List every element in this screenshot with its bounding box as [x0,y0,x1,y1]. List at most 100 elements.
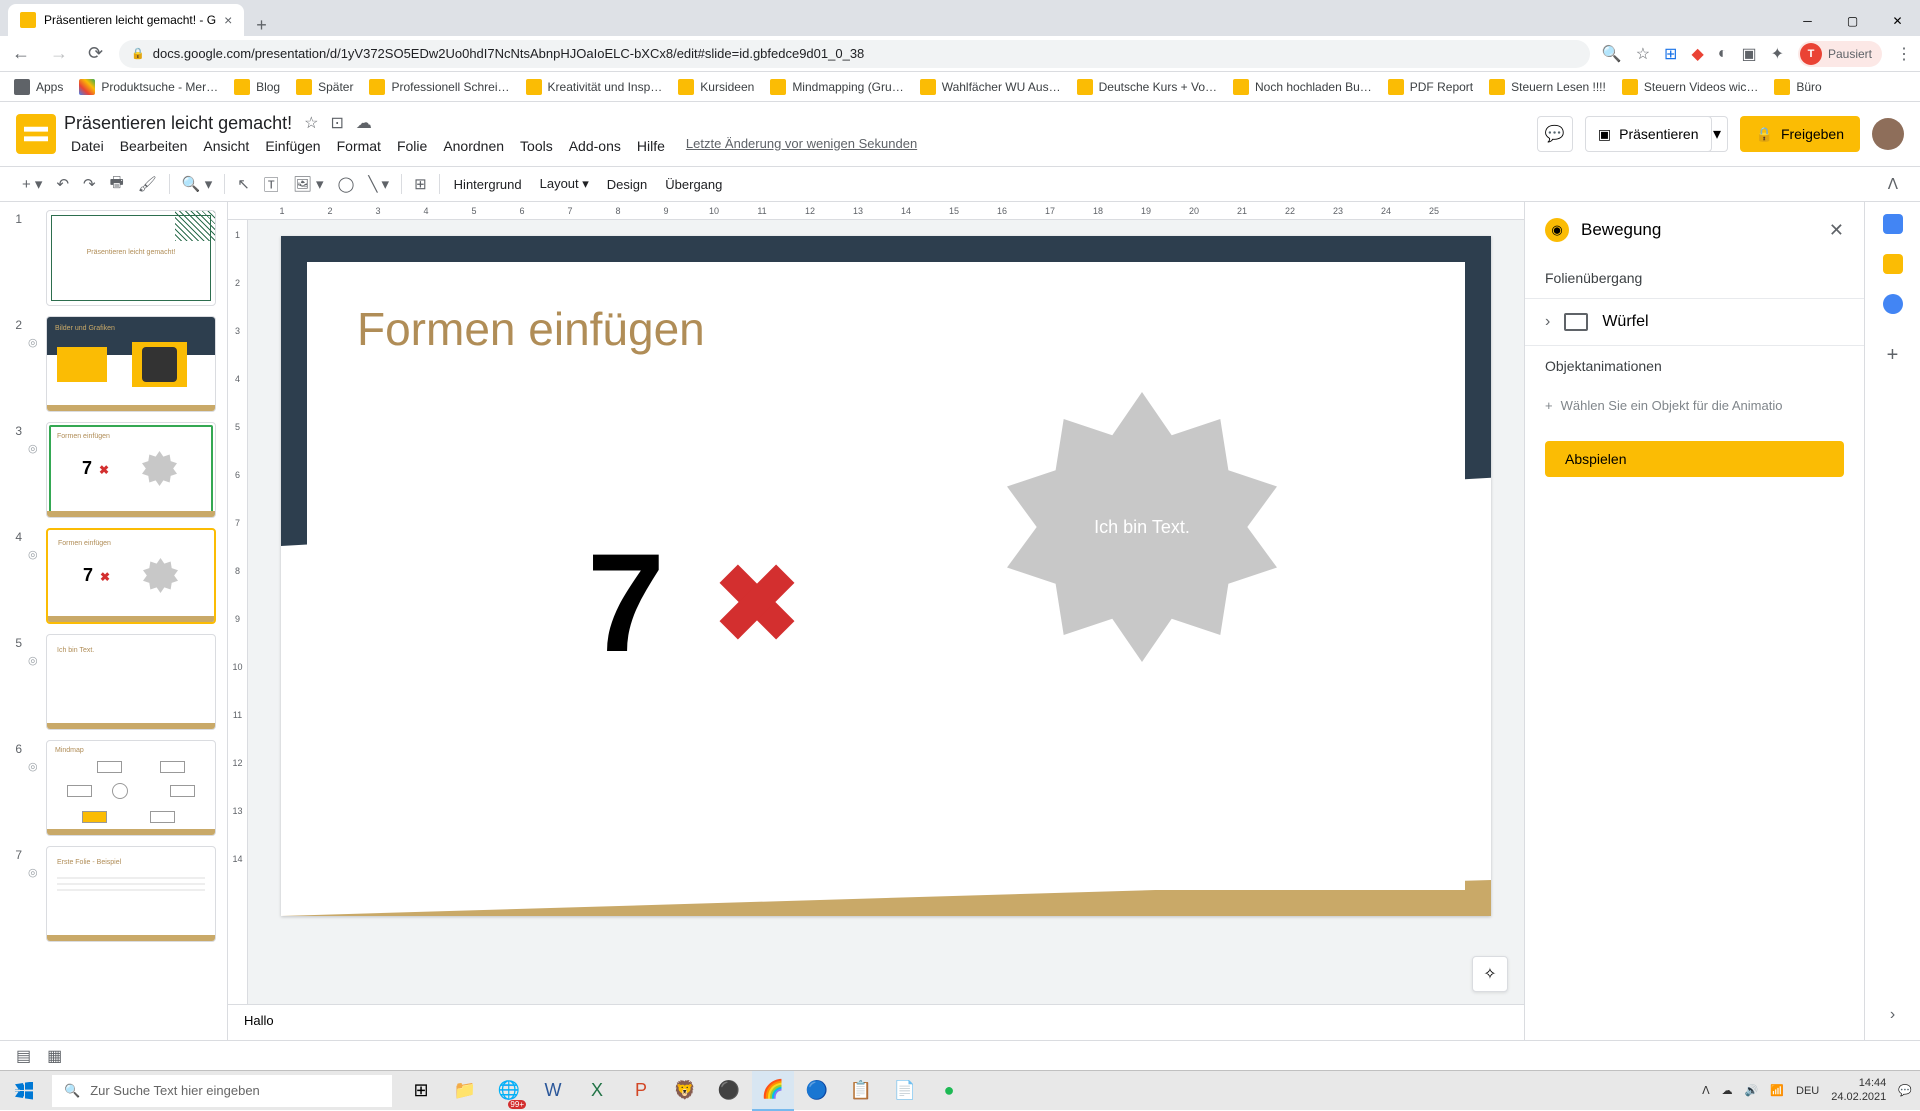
slide-canvas[interactable]: Formen einfügen 7 Ich bin Text. [281,236,1491,916]
menu-slide[interactable]: Folie [390,136,434,156]
last-edit-link[interactable]: Letzte Änderung vor wenigen Sekunden [686,136,917,156]
menu-file[interactable]: Datei [64,136,111,156]
menu-icon[interactable]: ⋮ [1896,44,1912,64]
bookmark-item[interactable]: Steuern Lesen !!!! [1483,75,1612,99]
bookmark-item[interactable]: Steuern Videos wic… [1616,75,1765,99]
task-view-icon[interactable]: ⊞ [400,1071,442,1111]
red-x-shape[interactable] [717,562,797,642]
app-icon[interactable]: 📄 [884,1071,926,1111]
reload-icon[interactable]: ⟳ [84,39,107,68]
brave-icon[interactable]: 🦁 [664,1071,706,1111]
zoom-icon[interactable]: 🔍 [1602,44,1622,64]
filmstrip-view-icon[interactable]: ▤ [16,1046,31,1066]
start-button[interactable] [0,1071,48,1111]
menu-arrange[interactable]: Anordnen [436,136,511,156]
image-tool[interactable]: 🖼 ▾ [287,171,330,197]
wifi-icon[interactable]: 📶 [1770,1084,1784,1097]
chrome-icon[interactable]: 🌈 [752,1071,794,1111]
line-tool[interactable]: ╲ ▾ [362,171,395,197]
menu-view[interactable]: Ansicht [196,136,256,156]
close-window-icon[interactable]: ✕ [1875,6,1920,36]
menu-format[interactable]: Format [330,136,388,156]
minimize-icon[interactable]: ─ [1785,6,1830,36]
share-button[interactable]: 🔒 Freigeben [1740,116,1860,152]
grid-view-icon[interactable]: ▦ [47,1046,62,1066]
edge-icon[interactable]: 🌐99+ [488,1071,530,1111]
play-animation-button[interactable]: Abspielen [1545,441,1844,477]
menu-help[interactable]: Hilfe [630,136,672,156]
bookmark-item[interactable]: Professionell Schrei… [363,75,515,99]
taskbar-search[interactable]: 🔍 Zur Suche Text hier eingeben [52,1075,392,1107]
add-addon-icon[interactable]: + [1887,344,1899,367]
extension-icon-4[interactable]: ▣ [1741,44,1756,64]
extension-icon-2[interactable]: ◆ [1691,44,1703,64]
forward-icon[interactable]: → [46,39,72,68]
maximize-icon[interactable]: ▢ [1830,6,1875,36]
slide-title[interactable]: Formen einfügen [357,302,1415,356]
profile-button[interactable]: T Pausiert [1798,41,1882,67]
bookmark-item[interactable]: Kreativität und Insp… [520,75,669,99]
slides-logo-icon[interactable] [16,114,56,154]
comment-tool[interactable]: ⊞ [408,171,433,197]
bookmark-item[interactable]: Wahlfächer WU Aus… [914,75,1067,99]
menu-insert[interactable]: Einfügen [258,136,327,156]
undo-button[interactable]: ↶ [50,171,75,197]
explore-button[interactable]: ✧ [1472,956,1508,992]
transition-selector[interactable]: › Würfel [1525,298,1864,346]
zoom-button[interactable]: 🔍 ▾ [176,171,218,197]
thumbnail-slide-3[interactable]: Formen einfügen 7 ✖ [46,422,216,518]
thumbnail-slide-7[interactable]: Erste Folie - Beispiel [46,846,216,942]
redo-button[interactable]: ↷ [77,171,102,197]
cloud-status-icon[interactable]: ☁ [356,113,372,133]
extensions-icon[interactable]: ✦ [1771,44,1784,64]
thumbnail-slide-1[interactable]: Präsentieren leicht gemacht! [46,210,216,306]
bookmark-item[interactable]: Kursideen [672,75,760,99]
close-tab-icon[interactable]: × [224,12,232,28]
hide-panel-icon[interactable]: › [1890,1006,1895,1024]
select-tool[interactable]: ↖ [231,171,256,197]
star-icon[interactable]: ☆ [1636,44,1650,64]
language-indicator[interactable]: DEU [1796,1085,1819,1097]
excel-icon[interactable]: X [576,1071,618,1111]
star-shape[interactable]: Ich bin Text. [1007,392,1277,662]
edge-browser-icon[interactable]: 🔵 [796,1071,838,1111]
thumbnail-slide-5[interactable]: Ich bin Text. [46,634,216,730]
thumbnail-slide-2[interactable]: Bilder und Grafiken [46,316,216,412]
bookmark-item[interactable]: Blog [228,75,286,99]
comments-button[interactable]: 💬 [1537,116,1573,152]
move-document-icon[interactable]: ⊡ [330,113,343,133]
new-slide-button[interactable]: + ▾ [16,171,48,197]
notifications-icon[interactable]: 💬 [1898,1084,1912,1097]
app-icon[interactable]: 📋 [840,1071,882,1111]
layout-button[interactable]: Layout ▾ [532,172,597,196]
bookmark-item[interactable]: Später [290,75,359,99]
bookmark-item[interactable]: Noch hochladen Bu… [1227,75,1378,99]
back-icon[interactable]: ← [8,39,34,68]
url-input[interactable]: 🔒 docs.google.com/presentation/d/1yV372S… [119,40,1590,68]
menu-addons[interactable]: Add-ons [562,136,628,156]
shape-tool[interactable]: ◯ [332,171,361,197]
bookmark-apps[interactable]: Apps [8,75,69,99]
user-avatar[interactable] [1872,118,1904,150]
present-dropdown[interactable]: ▾ [1708,116,1728,152]
collapse-toolbar-icon[interactable]: ᐱ [1882,171,1904,197]
file-explorer-icon[interactable]: 📁 [444,1071,486,1111]
volume-icon[interactable]: 🔊 [1745,1084,1759,1097]
menu-edit[interactable]: Bearbeiten [113,136,195,156]
extension-icon-3[interactable]: ◐ [1718,45,1728,63]
bookmark-item[interactable]: Büro [1768,75,1827,99]
print-button[interactable]: 🖶 [104,168,130,201]
bookmark-item[interactable]: PDF Report [1382,75,1479,99]
menu-tools[interactable]: Tools [513,136,560,156]
paint-format-button[interactable]: 🖌 [132,171,163,197]
present-button[interactable]: ▣ Präsentieren [1585,116,1712,152]
calendar-icon[interactable] [1883,214,1903,234]
obs-icon[interactable]: ⚫ [708,1071,750,1111]
bookmark-item[interactable]: Mindmapping (Gru… [764,75,909,99]
slide-number-seven[interactable]: 7 [587,522,665,684]
tray-chevron-icon[interactable]: ᐱ [1702,1084,1710,1097]
thumbnail-slide-6[interactable]: Mindmap [46,740,216,836]
word-icon[interactable]: W [532,1071,574,1111]
thumbnail-slide-4[interactable]: Formen einfügen 7 ✖ [46,528,216,624]
extension-icon-1[interactable]: ⊞ [1664,44,1677,64]
